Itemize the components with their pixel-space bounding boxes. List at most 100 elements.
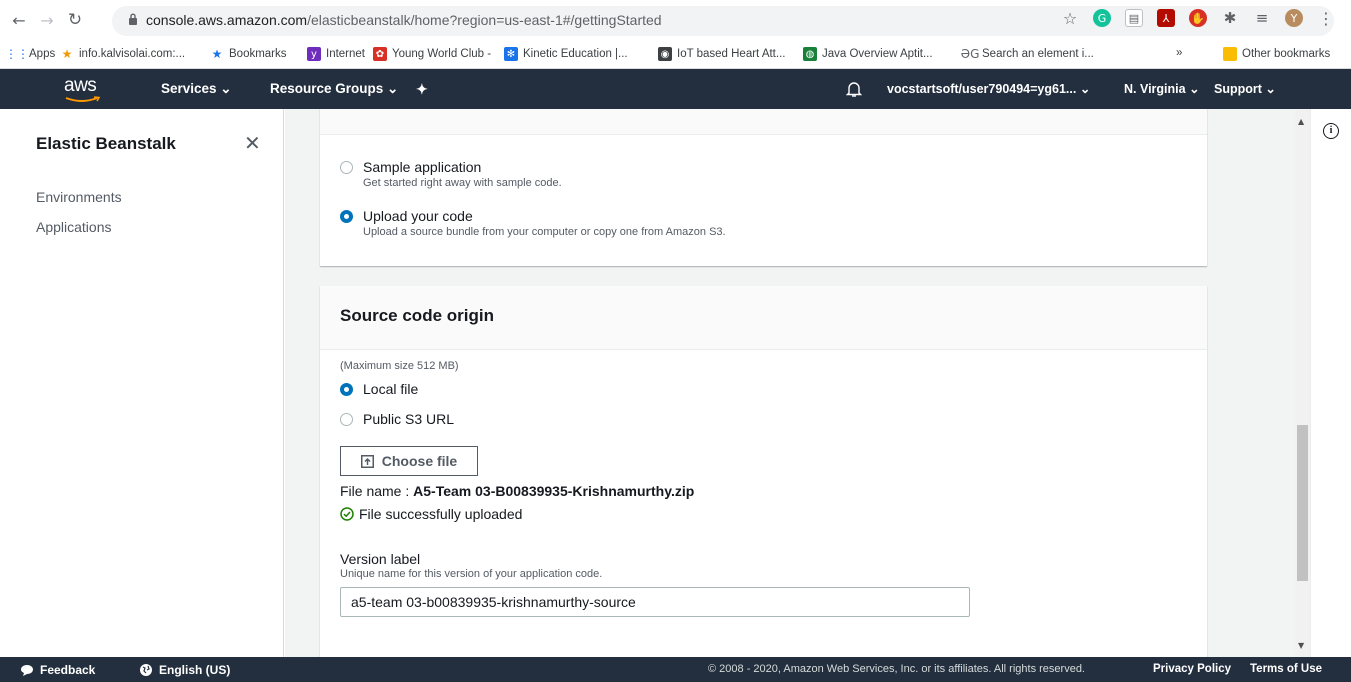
language-selector[interactable]: English (US) <box>139 663 230 677</box>
copyright-text: © 2008 - 2020, Amazon Web Services, Inc.… <box>708 663 1085 675</box>
sidebar-item-applications[interactable]: Applications <box>36 219 112 235</box>
close-icon[interactable]: ✕ <box>244 131 261 155</box>
local-file-option[interactable]: Local file <box>340 381 418 397</box>
bookmark-label: Internet <box>326 48 365 60</box>
panel-header <box>320 109 1207 135</box>
feedback-label: Feedback <box>40 663 96 677</box>
privacy-policy-link[interactable]: Privacy Policy <box>1153 663 1231 675</box>
bookmark-item[interactable]: ★ info.kalvisolai.com:... <box>60 47 186 61</box>
forward-arrow-icon[interactable]: → <box>36 9 58 31</box>
info-icon[interactable]: i <box>1323 123 1339 139</box>
browser-toolbar: ← → ↻ console.aws.amazon.com/elasticbean… <box>0 0 1351 41</box>
bookmark-item[interactable]: Other bookmarks <box>1223 47 1330 61</box>
footer: Feedback English (US) © 2008 - 2020, Ama… <box>0 657 1351 682</box>
version-label-input[interactable] <box>340 587 970 617</box>
adblock-icon[interactable]: ✋ <box>1189 9 1207 27</box>
upload-your-code-option[interactable]: Upload your code Upload a source bundle … <box>340 208 726 238</box>
bookmark-item[interactable]: ★ Bookmarks <box>210 47 287 61</box>
notification-bell-icon[interactable] <box>846 81 862 98</box>
avatar[interactable]: Y <box>1285 9 1303 27</box>
scroll-down-arrow-icon[interactable]: ▼ <box>1298 641 1304 650</box>
sidebar: Elastic Beanstalk ✕ Environments Applica… <box>0 109 284 657</box>
bookmark-favicon-icon <box>1223 47 1237 61</box>
account-menu[interactable]: vocstartsoft/user790494=yg61... ⌄ <box>887 81 1090 96</box>
bookmark-label: Apps <box>29 48 56 60</box>
local-file-radio[interactable] <box>340 383 353 396</box>
star-bookmark-icon[interactable]: ☆ <box>1061 9 1079 28</box>
option-label: Upload your code <box>363 208 473 224</box>
grammarly-icon[interactable]: G <box>1093 9 1111 27</box>
option-description: Get started right away with sample code. <box>363 177 562 189</box>
public-s3-url-radio[interactable] <box>340 413 353 426</box>
aws-logo[interactable]: aws <box>64 75 97 97</box>
globe-icon <box>140 664 152 676</box>
pin-icon[interactable]: ✦ <box>416 81 428 98</box>
sample-application-radio[interactable] <box>340 161 353 174</box>
menu-kebab-icon[interactable]: ⋮ <box>1317 9 1335 28</box>
bookmark-label: Young World Club - <box>392 48 492 60</box>
upload-status: File successfully uploaded <box>340 506 522 522</box>
reload-icon[interactable]: ↻ <box>64 9 86 31</box>
pdf-extension-icon[interactable]: ⅄ <box>1157 9 1175 27</box>
services-menu[interactable]: Services ⌄ <box>161 81 232 97</box>
max-size-note: (Maximum size 512 MB) <box>340 360 459 372</box>
choose-file-button[interactable]: Choose file <box>340 446 478 476</box>
upload-status-text: File successfully uploaded <box>359 506 523 522</box>
bookmark-item[interactable]: ✻ Kinetic Education |... <box>504 47 628 61</box>
bookmark-item[interactable]: ◉ IoT based Heart Att... <box>658 47 785 61</box>
bookmark-label: Kinetic Education |... <box>523 48 628 60</box>
bookmark-label: Search an element i... <box>982 48 1094 60</box>
language-label: English (US) <box>159 663 231 677</box>
bookmark-favicon-icon: ƏG <box>960 47 980 61</box>
bookmark-label: » <box>1176 47 1183 59</box>
bookmark-item[interactable]: ◍ Java Overview Aptit... <box>803 47 933 61</box>
file-name-line: File name : A5-Team 03-B00839935-Krishna… <box>340 483 694 499</box>
feedback-link[interactable]: Feedback <box>20 663 95 677</box>
back-arrow-icon[interactable]: ← <box>8 9 30 31</box>
sidebar-title: Elastic Beanstalk <box>36 134 176 153</box>
puzzle-extensions-icon[interactable]: ✱ <box>1221 9 1239 27</box>
bookmark-favicon-icon: ⋮⋮ <box>5 47 29 61</box>
option-description: Upload a source bundle from your compute… <box>363 226 726 238</box>
feedback-bubble-icon <box>21 664 33 676</box>
upload-your-code-radio[interactable] <box>340 210 353 223</box>
sidebar-item-environments[interactable]: Environments <box>36 189 122 205</box>
region-menu[interactable]: N. Virginia ⌄ <box>1124 81 1200 96</box>
bookmark-favicon-icon: ◍ <box>803 47 817 61</box>
bookmark-item[interactable]: » <box>1176 47 1182 59</box>
info-panel: i <box>1310 109 1351 657</box>
extension-icons: ☆ G ▤ ⅄ ✋ ✱ ≡ Y ⋮ <box>1061 9 1335 28</box>
check-circle-icon <box>340 507 354 521</box>
upload-icon <box>360 454 374 468</box>
terms-of-use-link[interactable]: Terms of Use <box>1250 663 1322 675</box>
choose-file-label: Choose file <box>381 453 458 469</box>
bookmark-label: Other bookmarks <box>1242 48 1331 60</box>
extension-page-icon[interactable]: ▤ <box>1125 9 1143 27</box>
resource-groups-menu[interactable]: Resource Groups ⌄ <box>270 81 398 97</box>
scroll-thumb[interactable] <box>1297 425 1308 581</box>
public-s3-url-option[interactable]: Public S3 URL <box>340 411 454 427</box>
source-code-origin-panel: Source code origin (Maximum size 512 MB)… <box>320 286 1207 657</box>
version-label-heading: Version label <box>340 551 421 567</box>
bookmark-favicon-icon: ✿ <box>373 47 387 61</box>
lock-icon <box>129 13 137 25</box>
file-name-prefix: File name : <box>340 483 414 499</box>
main-scrollbar[interactable]: ▲ ▼ <box>1295 109 1310 657</box>
option-label: Local file <box>363 381 419 397</box>
bookmark-label: IoT based Heart Att... <box>677 48 786 60</box>
aws-top-nav: aws Services ⌄ Resource Groups ⌄ ✦ vocst… <box>0 69 1351 109</box>
bookmark-favicon-icon: ✻ <box>504 47 518 61</box>
scroll-up-arrow-icon[interactable]: ▲ <box>1298 117 1304 126</box>
aws-smile-icon <box>65 96 101 102</box>
support-menu[interactable]: Support ⌄ <box>1214 81 1276 96</box>
bookmark-item[interactable]: y Internet <box>307 47 365 61</box>
sample-application-option[interactable]: Sample application Get started right awa… <box>340 159 562 189</box>
bookmark-favicon-icon: ★ <box>61 47 73 61</box>
version-label-description: Unique name for this version of your app… <box>340 568 603 580</box>
option-label: Public S3 URL <box>363 411 455 427</box>
bookmark-item[interactable]: ✿ Young World Club - <box>373 47 491 61</box>
bookmark-item[interactable]: ⋮⋮ Apps <box>5 47 56 61</box>
bookmark-item[interactable]: ƏG Search an element i... <box>960 47 1094 61</box>
media-control-icon[interactable]: ≡ <box>1253 9 1271 27</box>
bookmark-label: Bookmarks <box>229 48 287 60</box>
